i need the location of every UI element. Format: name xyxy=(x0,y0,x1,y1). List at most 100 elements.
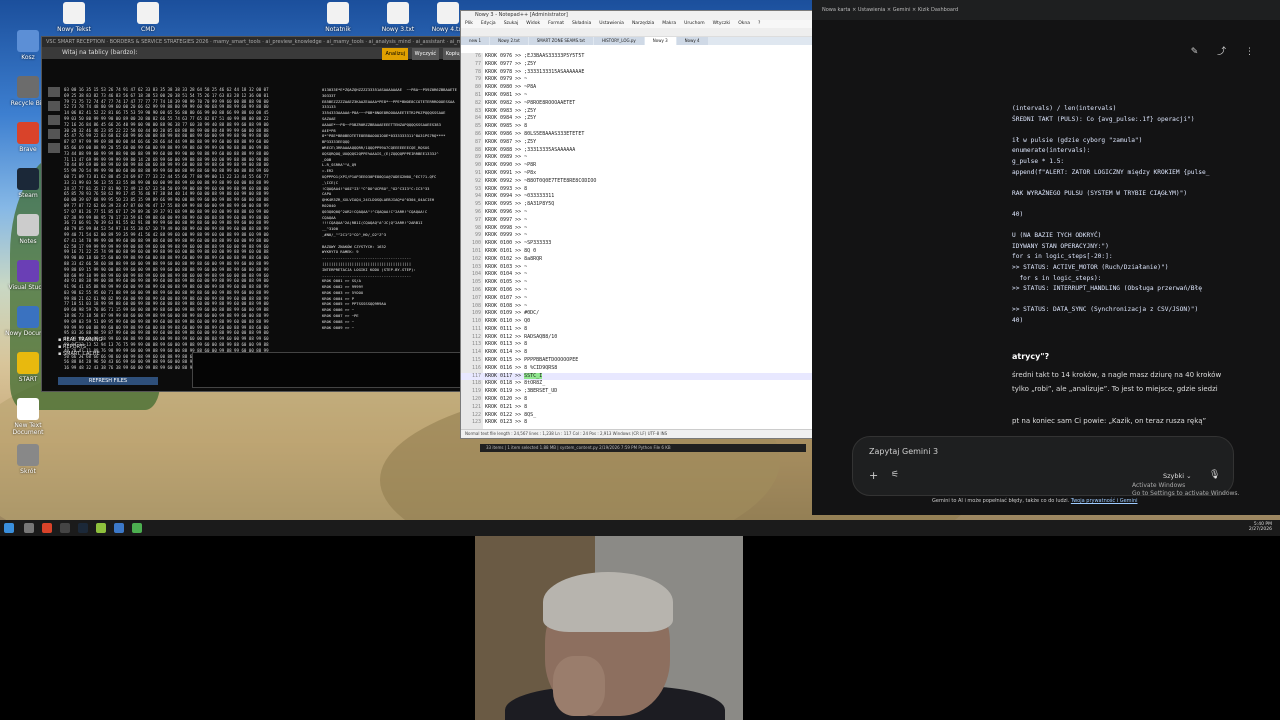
line-number: 99 xyxy=(474,232,481,239)
line-number: 105 xyxy=(471,279,481,286)
line-number: 107 xyxy=(471,294,481,301)
selected-text[interactable]: SSTC_I xyxy=(524,372,543,379)
search-icon[interactable] xyxy=(24,523,34,533)
folder-tree-item[interactable]: ▪ SMART_CACHE xyxy=(58,351,148,358)
app-icon xyxy=(17,76,39,98)
desktop-icon-label: Steam xyxy=(18,192,38,199)
menu-item[interactable]: ? xyxy=(758,21,760,26)
brave-taskbar-icon[interactable] xyxy=(42,523,52,533)
browser-gemini-window[interactable]: Nowa karta × Ustawienia × Gemini × Kizik… xyxy=(812,0,1280,515)
line-text: KROK 0993 >> 8 xyxy=(485,185,528,192)
code-line: enumerate(intervals): xyxy=(1012,147,1091,155)
refresh-files-button[interactable]: REFRESH FILES xyxy=(58,377,158,385)
editor-tab[interactable]: Nowy 2.txt xyxy=(490,37,528,45)
tools-icon[interactable]: ⚟ xyxy=(891,470,899,480)
mode-label: Szybki xyxy=(1163,472,1185,480)
menu-item[interactable]: Uruchom xyxy=(684,21,704,26)
menu-item[interactable]: Ustawienia xyxy=(599,21,624,26)
line-number: 85 xyxy=(474,123,481,130)
webcam-person-hand xyxy=(553,656,605,716)
activate-title: Activate Windows xyxy=(1132,482,1186,489)
line-text: KROK 0102 >> 8a8RQR xyxy=(485,255,543,262)
menu-item[interactable]: Wtyczki xyxy=(713,21,731,26)
line-number: 101 xyxy=(471,247,481,254)
desktop-icon[interactable]: New Text Document xyxy=(0,398,56,442)
line-text: KROK 0116 >> 8 %CID9QRS8 xyxy=(485,364,558,371)
plus-icon[interactable]: + xyxy=(869,469,878,482)
folder-tree-item[interactable]: ▪ REAL_TRAINING xyxy=(58,337,148,344)
app-taskbar-icon[interactable] xyxy=(132,523,142,533)
file-icon xyxy=(387,2,409,24)
menu-item[interactable]: Narzędzia xyxy=(632,21,654,26)
editor-tab[interactable]: Nowy 4 xyxy=(676,37,708,45)
line-text: KROK 0988 >> ;33313335ASAAAAAA xyxy=(485,146,576,153)
line-text: KROK 0986 >> 80LS5EBAAAS333ETETET xyxy=(485,130,585,137)
system-clock[interactable]: 5:40 PM 2/27/2026 xyxy=(1249,522,1272,532)
notepad-taskbar-icon[interactable] xyxy=(96,523,106,533)
model-mode-select[interactable]: Szybki ⌄ xyxy=(1163,472,1192,480)
side-tool-icon[interactable] xyxy=(48,143,60,153)
line-number: 114 xyxy=(471,349,481,356)
menu-item[interactable]: Składnia xyxy=(572,21,591,26)
line-text: KROK 0990 >> ~P8R xyxy=(485,162,537,169)
microphone-icon[interactable]: 🎙 xyxy=(1209,470,1220,480)
side-tool-icon[interactable] xyxy=(48,87,60,97)
line-text: KROK 0100 >> ~SP333333 xyxy=(485,240,552,247)
line-number: 104 xyxy=(471,271,481,278)
notepad-title: Nowy 3 - Notepad++ [Administrator] xyxy=(475,12,568,18)
settings-taskbar-icon[interactable] xyxy=(60,523,70,533)
code-line: IDYWANY STAN OPERACYJNY:") xyxy=(1012,242,1109,250)
clear-button[interactable]: Wyczyść xyxy=(411,48,440,60)
menu-item[interactable]: Widok xyxy=(526,21,540,26)
app-tab-strip[interactable]: VSC SMART RECEPTION · BORDERS & SERVICE … xyxy=(42,37,466,47)
prompt-placeholder[interactable]: Zapytaj Gemini 3 xyxy=(869,447,938,456)
line-text: KROK 0978 >> ;3333133315ASAAAAAAE xyxy=(485,68,585,75)
menu-item[interactable]: Edycja xyxy=(481,21,496,26)
line-number: 91 xyxy=(474,169,481,176)
line-number: 81 xyxy=(474,91,481,98)
editor-tab[interactable]: HISTORY_LOG.py xyxy=(593,37,644,45)
line-text: KROK 0977 >> ;Z5Y xyxy=(485,60,537,67)
folder-tree-item[interactable]: ▪ REPORTS xyxy=(58,344,148,351)
line-number: 102 xyxy=(471,255,481,262)
line-text: KROK 0981 >> ~ xyxy=(485,91,528,98)
editor-tab[interactable]: SMART ZONE SEAMS.txt xyxy=(528,37,593,45)
line-text: KROK 0979 >> ~ xyxy=(485,76,528,83)
editor-tab[interactable]: new 1 xyxy=(461,37,490,45)
analysis-app-window[interactable]: VSC SMART RECEPTION · BORDERS & SERVICE … xyxy=(41,36,467,392)
side-tool-icon[interactable] xyxy=(48,115,60,125)
desktop-icon-label: Notes xyxy=(19,238,37,245)
side-tool-icon[interactable] xyxy=(48,129,60,139)
command-input[interactable] xyxy=(192,352,464,388)
line-number: 106 xyxy=(471,286,481,293)
browser-tabs[interactable]: Nowa karta × Ustawienia × Gemini × Kizik… xyxy=(812,0,1280,20)
gemini-disclaimer: Gemini to AI i może popełniać błędy, tak… xyxy=(932,498,1138,504)
line-number: 122 xyxy=(471,411,481,418)
line-text: KROK 0983 >> ;Z5Y xyxy=(485,107,537,114)
line-number: 97 xyxy=(474,216,481,223)
menu-item[interactable]: Szukaj xyxy=(504,21,519,26)
menu-item[interactable]: Makra xyxy=(662,21,676,26)
share-icon[interactable]: ✎ ⤴ ⋮ xyxy=(1191,44,1262,57)
explorer-taskbar-icon[interactable] xyxy=(114,523,124,533)
start-icon[interactable] xyxy=(4,523,14,533)
menu-item[interactable]: Plik xyxy=(465,21,473,26)
editor-tab[interactable]: Nowy 3 xyxy=(644,37,676,45)
desktop-icon[interactable]: Skrót xyxy=(0,444,56,488)
privacy-link[interactable]: Twoja prywatność i Gemini xyxy=(1071,498,1138,504)
file-icon xyxy=(137,2,159,24)
file-icon xyxy=(437,2,459,24)
line-number: 93 xyxy=(474,185,481,192)
side-tool-icon[interactable] xyxy=(48,101,60,111)
line-text: KROK 0118 >> 8tOR8Z_ xyxy=(485,380,546,387)
side-toolbar xyxy=(48,87,62,337)
menu-item[interactable]: Format xyxy=(548,21,564,26)
line-text: KROK 0991 >> ~P8x xyxy=(485,169,537,176)
steam-taskbar-icon[interactable] xyxy=(78,523,88,533)
menu-item[interactable]: Okna xyxy=(738,21,750,26)
analyze-button[interactable]: Analizuj xyxy=(382,48,409,60)
line-text: KROK 0122 >> 8QS_ xyxy=(485,411,537,418)
clock-date: 2/27/2026 xyxy=(1248,527,1272,532)
